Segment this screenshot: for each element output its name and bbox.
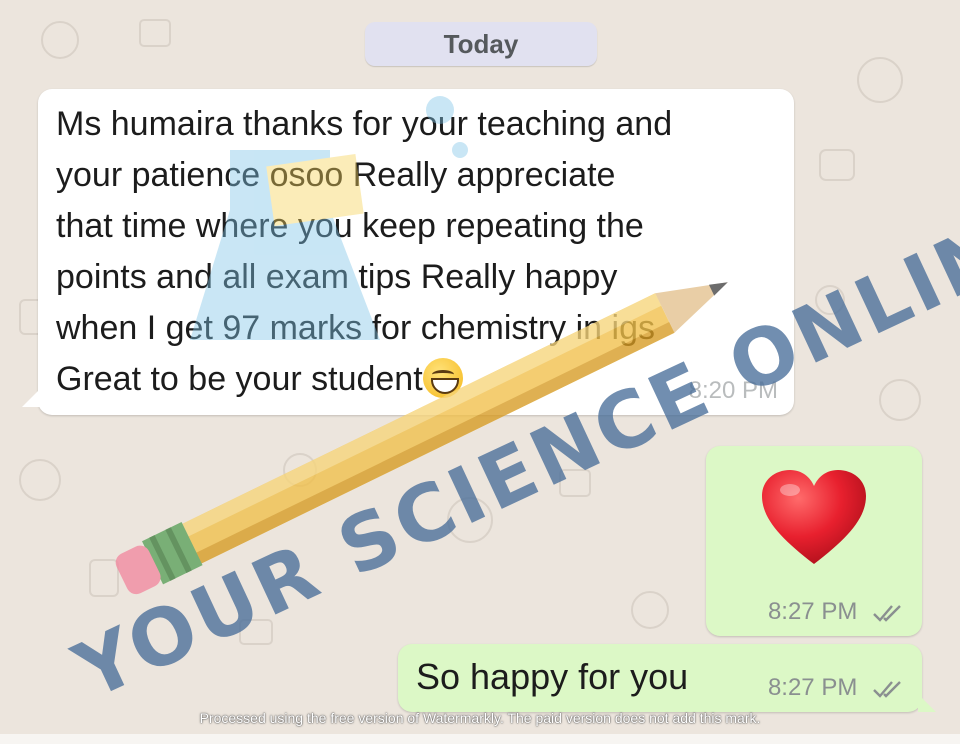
outgoing-message-text: So happy for you [416,656,689,697]
message-timestamp: 8:27 PM [767,674,858,701]
message-timestamp: 8:20 PM [688,377,778,404]
message-line: when I get 97 marks for chemistry in igs [56,309,656,347]
bottom-edge-bar [0,734,960,744]
watermark-notice: Processed using the free version of Wate… [199,710,761,726]
message-line: that time where you keep repeating the [56,207,644,245]
grinning-face-emoji-icon [422,358,463,398]
message-line: points and all exam tips Really happy [56,258,618,296]
message-timestamp: 8:27 PM [767,598,858,625]
double-check-icon [873,604,901,622]
message-line-last: Great to be your student [56,354,786,405]
incoming-message-bubble[interactable]: Ms humaira thanks for your teaching and … [22,89,794,415]
bubble-tail [22,389,40,407]
incoming-message-text: Ms humaira thanks for your teaching and … [56,99,786,405]
red-heart-emoji-icon [762,470,866,564]
date-separator-today: Today [365,22,597,66]
message-line: Ms humaira thanks for your teaching and [56,105,673,143]
message-line: Great to be your student [56,360,423,398]
outgoing-heart-message-bubble[interactable]: 8:27 PM [706,446,922,636]
message-meta: 8:27 PM [768,598,906,626]
outgoing-text-message-bubble[interactable]: So happy for you 8:27 PM [398,644,936,712]
double-check-icon [873,680,901,698]
date-label: Today [443,28,519,59]
message-line: your patience osoo Really appreciate [56,156,616,194]
message-meta: 8:27 PM [768,674,906,702]
